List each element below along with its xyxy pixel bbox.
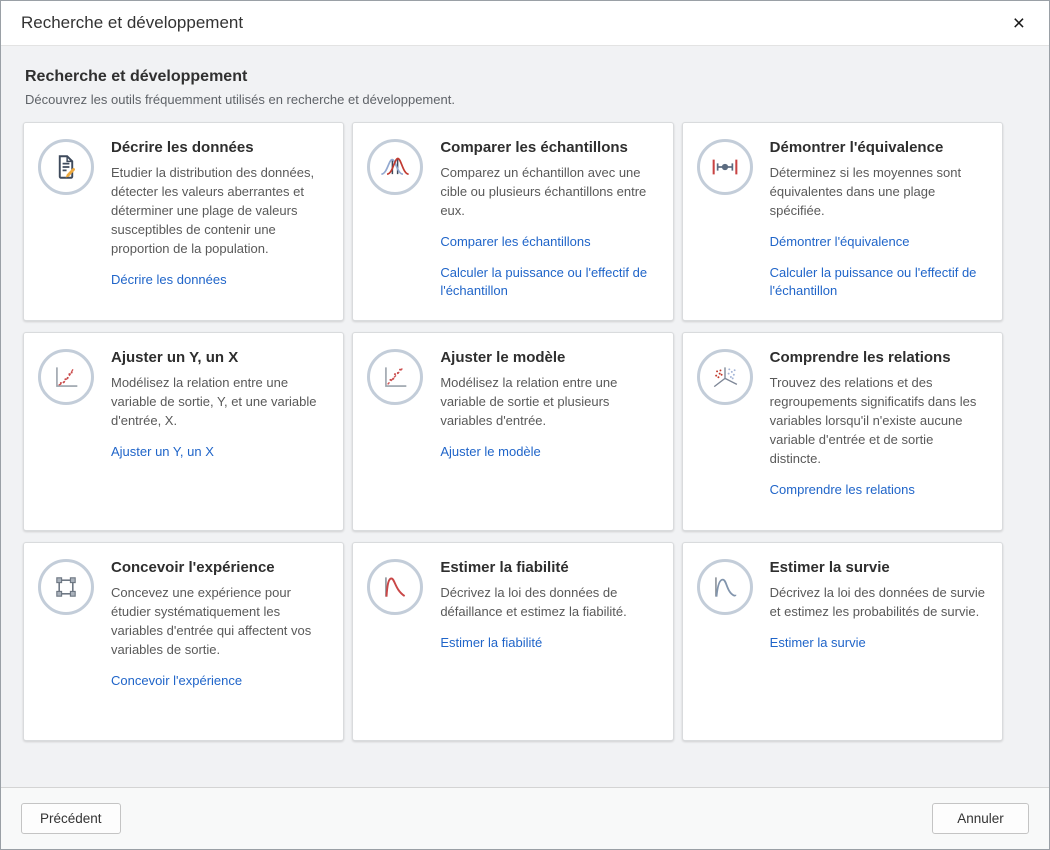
card-title: Estimer la survie xyxy=(770,559,988,576)
card-link-ajuster-le-modele[interactable]: Ajuster le modèle xyxy=(440,443,658,461)
card-concevoir-experience: Concevoir l'expérience Concevez une expé… xyxy=(23,542,344,741)
dialog-window: Recherche et développement × Recherche e… xyxy=(0,0,1050,850)
overlapping-distributions-icon xyxy=(367,139,423,195)
scatter-line-icon xyxy=(367,349,423,405)
card-title: Estimer la fiabilité xyxy=(440,559,658,576)
card-title: Démontrer l'équivalence xyxy=(770,139,988,156)
card-description: Comparez un échantillon avec une cible o… xyxy=(440,163,658,220)
card-title: Ajuster le modèle xyxy=(440,349,658,366)
tool-card-grid: Décrire les données Etudier la distribut… xyxy=(23,122,1003,741)
card-link-decrire-les-donnees[interactable]: Décrire les données xyxy=(111,271,329,289)
card-title: Décrire les données xyxy=(111,139,329,156)
card-link-comprendre-les-relations[interactable]: Comprendre les relations xyxy=(770,481,988,499)
document-pencil-icon xyxy=(38,139,94,195)
intro-section: Recherche et développement Découvrez les… xyxy=(1,46,1049,107)
card-description: Déterminez si les moyennes sont équivale… xyxy=(770,163,988,220)
card-description: Concevez une expérience pour étudier sys… xyxy=(111,583,329,659)
card-link-ajuster-un-y-un-x[interactable]: Ajuster un Y, un X xyxy=(111,443,329,461)
close-icon[interactable]: × xyxy=(1009,11,1029,36)
card-title: Comparer les échantillons xyxy=(440,139,658,156)
equivalence-interval-icon xyxy=(697,139,753,195)
card-title: Comprendre les relations xyxy=(770,349,988,366)
card-description: Décrivez la loi des données de défaillan… xyxy=(440,583,658,621)
card-title: Ajuster un Y, un X xyxy=(111,349,329,366)
scatter-curve-icon xyxy=(38,349,94,405)
card-estimer-la-fiabilite: Estimer la fiabilité Décrivez la loi des… xyxy=(352,542,673,741)
dialog-title: Recherche et développement xyxy=(21,13,243,33)
card-link-estimer-la-survie[interactable]: Estimer la survie xyxy=(770,634,988,652)
card-decrire-les-donnees: Décrire les données Etudier la distribut… xyxy=(23,122,344,321)
card-link-estimer-la-fiabilite[interactable]: Estimer la fiabilité xyxy=(440,634,658,652)
card-description: Etudier la distribution des données, dét… xyxy=(111,163,329,258)
doe-square-icon xyxy=(38,559,94,615)
page-title: Recherche et développement xyxy=(25,68,1025,86)
card-estimer-la-survie: Estimer la survie Décrivez la loi des do… xyxy=(682,542,1003,741)
card-ajuster-le-modele: Ajuster le modèle Modélisez la relation … xyxy=(352,332,673,531)
card-demontrer-equivalence: Démontrer l'équivalence Déterminez si le… xyxy=(682,122,1003,321)
dialog-footer: Précédent Annuler xyxy=(1,787,1049,849)
card-link-comparer-les-echantillons[interactable]: Comparer les échantillons xyxy=(440,233,658,251)
card-title: Concevoir l'expérience xyxy=(111,559,329,576)
card-link-calculer-puissance-effectif[interactable]: Calculer la puissance ou l'effectif de l… xyxy=(770,264,988,300)
cancel-button[interactable]: Annuler xyxy=(932,803,1029,834)
card-link-demontrer-equivalence[interactable]: Démontrer l'équivalence xyxy=(770,233,988,251)
card-ajuster-un-y-un-x: Ajuster un Y, un X Modélisez la relation… xyxy=(23,332,344,531)
page-subtitle: Découvrez les outils fréquemment utilisé… xyxy=(25,92,1025,107)
card-comprendre-les-relations: Comprendre les relations Trouvez des rel… xyxy=(682,332,1003,531)
card-link-concevoir-experience[interactable]: Concevoir l'expérience xyxy=(111,672,329,690)
card-link-calculer-puissance-effectif[interactable]: Calculer la puissance ou l'effectif de l… xyxy=(440,264,658,300)
previous-button[interactable]: Précédent xyxy=(21,803,121,834)
card-description: Modélisez la relation entre une variable… xyxy=(440,373,658,430)
card-description: Trouvez des relations et des regroupemen… xyxy=(770,373,988,468)
survival-curve-icon xyxy=(697,559,753,615)
card-comparer-les-echantillons: Comparer les échantillons Comparez un éc… xyxy=(352,122,673,321)
dialog-titlebar: Recherche et développement × xyxy=(1,1,1049,46)
card-description: Décrivez la loi des données de survie et… xyxy=(770,583,988,621)
card-description: Modélisez la relation entre une variable… xyxy=(111,373,329,430)
3d-scatter-icon xyxy=(697,349,753,405)
dialog-content: Recherche et développement Découvrez les… xyxy=(1,46,1049,787)
reliability-curve-icon xyxy=(367,559,423,615)
